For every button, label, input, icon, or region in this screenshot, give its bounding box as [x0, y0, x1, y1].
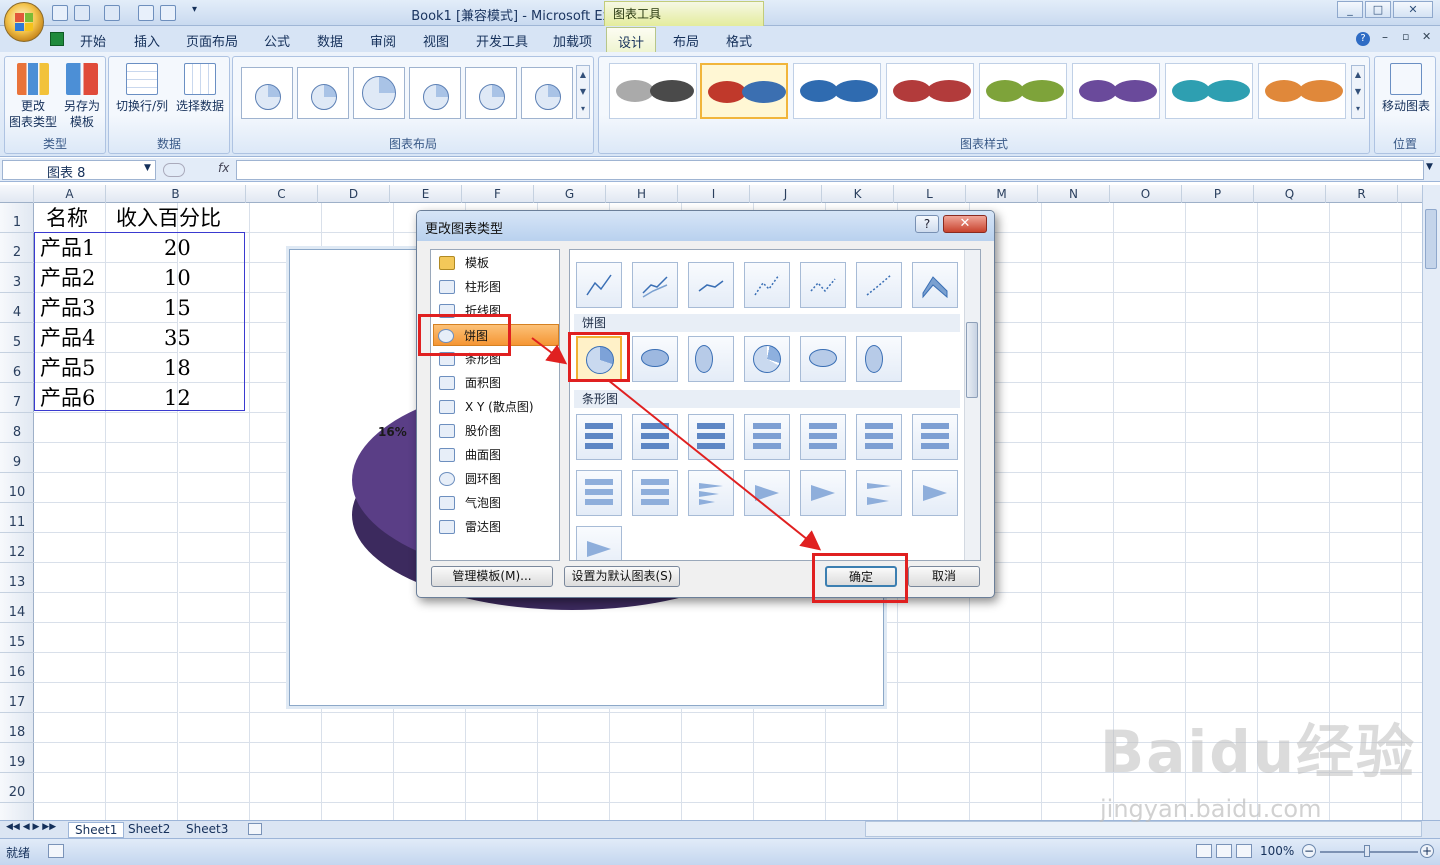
- horizontal-scrollbar[interactable]: [865, 821, 1422, 837]
- sheet-tab-3[interactable]: Sheet3: [186, 822, 228, 836]
- vertical-scrollbar[interactable]: [1422, 185, 1440, 820]
- page-break-view-icon[interactable]: [1236, 844, 1252, 858]
- sheet-tab-1[interactable]: Sheet1: [68, 822, 125, 838]
- normal-view-icon[interactable]: [1196, 844, 1212, 858]
- office-logo-icon: [15, 13, 33, 31]
- zoom-out-icon[interactable]: −: [1302, 844, 1316, 858]
- status-bar: 就绪 100% − +: [0, 838, 1440, 865]
- zoom-in-icon[interactable]: +: [1420, 844, 1434, 858]
- zoom-level[interactable]: 100%: [1260, 844, 1294, 858]
- sheet-tab-2[interactable]: Sheet2: [128, 822, 170, 836]
- baidu-watermark: Baidu经验: [1100, 718, 1417, 786]
- vertical-scroll-thumb[interactable]: [1425, 209, 1437, 269]
- office-button[interactable]: [4, 2, 44, 42]
- baidu-watermark-url: jingyan.baidu.com: [1100, 795, 1322, 823]
- page-layout-view-icon[interactable]: [1216, 844, 1232, 858]
- macro-record-icon[interactable]: [48, 844, 64, 858]
- insert-sheet-icon[interactable]: [248, 823, 262, 835]
- zoom-slider-thumb[interactable]: [1364, 845, 1370, 857]
- sheet-nav-arrows[interactable]: ◀◀ ◀ ▶ ▶▶: [6, 822, 56, 832]
- status-ready: 就绪: [6, 846, 31, 860]
